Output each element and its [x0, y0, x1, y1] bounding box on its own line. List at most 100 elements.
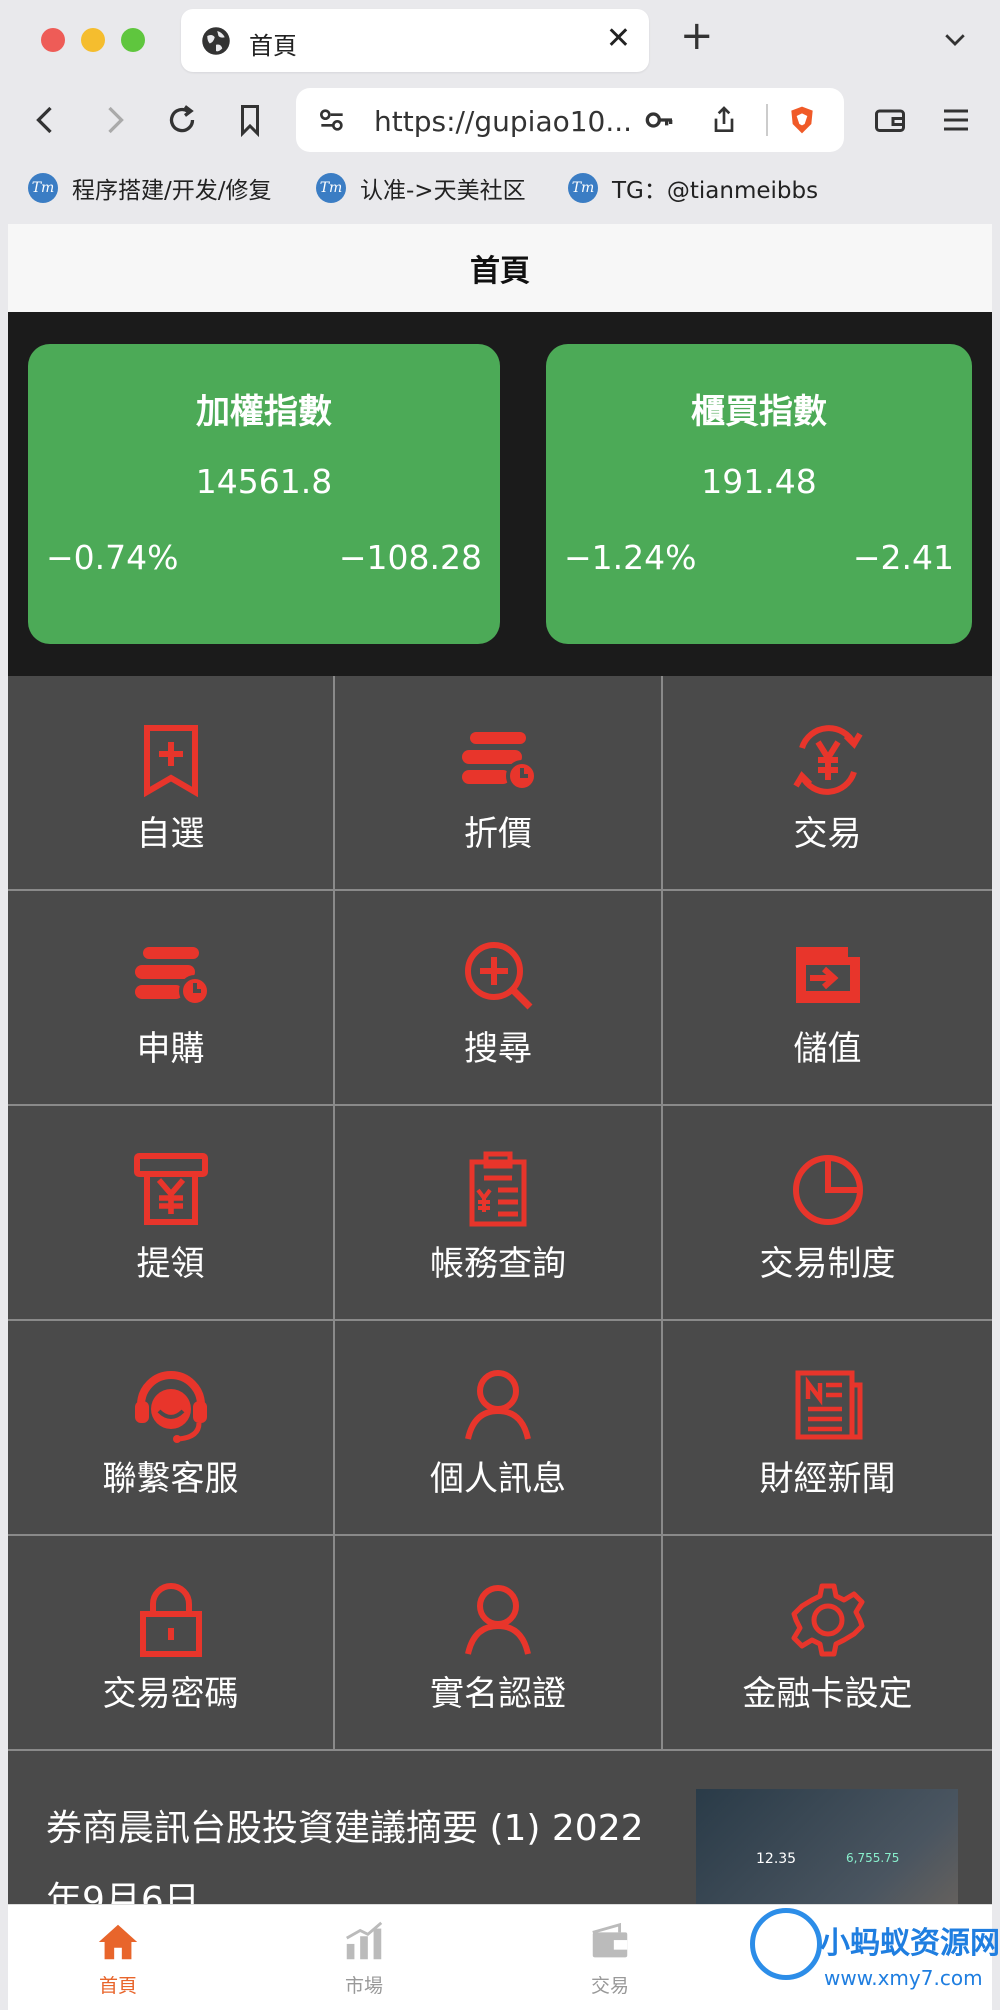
- key-icon[interactable]: [644, 104, 676, 136]
- newspaper-icon: [795, 1370, 862, 1440]
- menu-label: 交易制度: [759, 1244, 896, 1284]
- tab-trade[interactable]: 交易: [550, 1919, 670, 1998]
- subscribe-stack-icon: [134, 947, 211, 1007]
- index-value: 14561.8: [195, 462, 333, 501]
- wallet-icon[interactable]: [872, 102, 908, 138]
- index-name: 櫃買指數: [691, 392, 827, 432]
- page-title: 首頁: [470, 254, 530, 289]
- menu-label: 折價: [464, 814, 532, 854]
- home-icon: [98, 1924, 138, 1960]
- browser-nav-bar: https://gupiao10...: [0, 84, 1000, 156]
- brave-shield-icon[interactable]: [786, 104, 818, 136]
- wallet-deposit-icon: [795, 947, 860, 1003]
- user-icon: [465, 1370, 531, 1440]
- menu-label: 聯繫客服: [102, 1459, 239, 1499]
- tab-label: 首頁: [98, 1975, 137, 1997]
- window-minimize-button[interactable]: [81, 28, 105, 52]
- pie-chart-icon: [792, 1155, 863, 1225]
- discount-stack-icon: [462, 732, 538, 792]
- menu-label: 交易密碼: [102, 1674, 239, 1714]
- bookmark-item[interactable]: Tm 认准->天美社区: [316, 170, 526, 206]
- bookmark-add-icon: [143, 725, 198, 798]
- index-value: 191.48: [701, 462, 817, 501]
- watermark-logo-icon: [750, 1908, 822, 1980]
- chevron-down-icon[interactable]: [940, 24, 970, 54]
- share-icon[interactable]: [708, 104, 740, 136]
- address-bar-divider: [766, 104, 768, 136]
- menu-icon[interactable]: [938, 102, 974, 138]
- browser-tab-bar: 首頁 ✕ +: [0, 0, 1000, 80]
- thumb-price: 12.35: [756, 1851, 797, 1867]
- menu-label: 個人訊息: [430, 1459, 566, 1499]
- menu-item-account-query[interactable]: 帳務查詢: [335, 1106, 663, 1321]
- menu-label: 搜尋: [464, 1029, 532, 1069]
- watermark-text: 小蚂蚁资源网: [820, 1926, 1000, 1961]
- tm-logo-icon: Tm: [28, 173, 58, 203]
- menu-item-watchlist[interactable]: 自選: [8, 676, 335, 891]
- menu-label: 交易: [793, 814, 862, 854]
- index-change: −2.41: [852, 538, 954, 577]
- menu-label: 提領: [136, 1244, 205, 1284]
- menu-item-finance-news[interactable]: 財經新聞: [663, 1321, 992, 1536]
- menu-label: 儲值: [793, 1029, 862, 1069]
- menu-grid: 自選 折價 交易 申購 搜尋 儲值 提領 帳務查詢 交易制度 聯繫客服 個人訊息…: [8, 676, 992, 1751]
- menu-item-personal-info[interactable]: 個人訊息: [335, 1321, 663, 1536]
- menu-label: 金融卡設定: [742, 1674, 913, 1714]
- menu-item-subscribe[interactable]: 申購: [8, 891, 335, 1106]
- thumb-index: 6,755.75: [846, 1851, 900, 1865]
- menu-item-customer-service[interactable]: 聯繫客服: [8, 1321, 335, 1536]
- menu-item-discount[interactable]: 折價: [335, 676, 663, 891]
- clipboard-yen-icon: [469, 1151, 527, 1227]
- search-plus-icon: [465, 942, 533, 1010]
- close-tab-icon[interactable]: ✕: [606, 21, 631, 56]
- menu-item-real-name-verify[interactable]: 實名認證: [335, 1536, 663, 1751]
- menu-item-search[interactable]: 搜尋: [335, 891, 663, 1106]
- forward-icon[interactable]: [96, 102, 132, 138]
- watermark-url: www.xmy7.com: [824, 1966, 983, 1990]
- menu-item-trade[interactable]: 交易: [663, 676, 992, 891]
- menu-item-trade-password[interactable]: 交易密碼: [8, 1536, 335, 1751]
- menu-label: 實名認證: [430, 1674, 566, 1714]
- browser-tab[interactable]: 首頁 ✕: [181, 9, 649, 72]
- app-header: 首頁: [8, 224, 992, 312]
- tab-home[interactable]: 首頁: [58, 1919, 178, 1998]
- user-verify-icon: [465, 1585, 531, 1655]
- index-percent: −0.74%: [46, 538, 179, 577]
- index-change: −108.28: [338, 538, 482, 577]
- index-card-otc[interactable]: 櫃買指數 191.48 −1.24% −2.41: [546, 344, 972, 644]
- menu-label: 財經新聞: [759, 1459, 896, 1499]
- index-name: 加權指數: [196, 392, 332, 432]
- gear-icon: [791, 1583, 864, 1657]
- atm-withdraw-icon: [133, 1153, 208, 1225]
- bar-chart-icon: [346, 1921, 383, 1960]
- new-tab-button[interactable]: +: [680, 16, 714, 56]
- menu-label: 申購: [136, 1029, 205, 1069]
- tab-label: 交易: [590, 1975, 629, 1997]
- menu-label: 自選: [136, 814, 205, 854]
- window-close-button[interactable]: [41, 28, 65, 52]
- bookmark-item[interactable]: Tm 程序搭建/开发/修复: [28, 170, 272, 206]
- index-card-taiex[interactable]: 加權指數 14561.8 −0.74% −108.28: [28, 344, 500, 644]
- menu-item-deposit[interactable]: 儲值: [663, 891, 992, 1106]
- reload-icon[interactable]: [164, 102, 200, 138]
- menu-item-trading-rules[interactable]: 交易制度: [663, 1106, 992, 1321]
- back-icon[interactable]: [28, 102, 64, 138]
- app-viewport: 首頁 加權指數 14561.8 −0.74% −108.28 櫃買指數 191.…: [8, 224, 992, 2010]
- tm-logo-icon: Tm: [316, 173, 346, 203]
- window-maximize-button[interactable]: [121, 28, 145, 52]
- lock-icon: [139, 1583, 202, 1657]
- menu-item-withdraw[interactable]: 提領: [8, 1106, 335, 1321]
- index-banner: 加權指數 14561.8 −0.74% −108.28 櫃買指數 191.48 …: [8, 312, 992, 676]
- site-settings-icon[interactable]: [316, 104, 348, 136]
- bookmark-icon[interactable]: [232, 102, 268, 138]
- globe-icon: [202, 27, 230, 55]
- bookmark-item[interactable]: Tm TG：@tianmeibbs: [568, 170, 818, 206]
- menu-label: 帳務查詢: [430, 1244, 566, 1284]
- bookmark-label: 程序搭建/开发/修复: [72, 178, 272, 204]
- address-bar[interactable]: https://gupiao10...: [296, 88, 844, 152]
- headset-icon: [134, 1371, 207, 1443]
- tab-market[interactable]: 市場: [304, 1919, 424, 1998]
- url-text[interactable]: https://gupiao10...: [374, 105, 632, 138]
- menu-item-bank-card-settings[interactable]: 金融卡設定: [663, 1536, 992, 1751]
- tm-logo-icon: Tm: [568, 173, 598, 203]
